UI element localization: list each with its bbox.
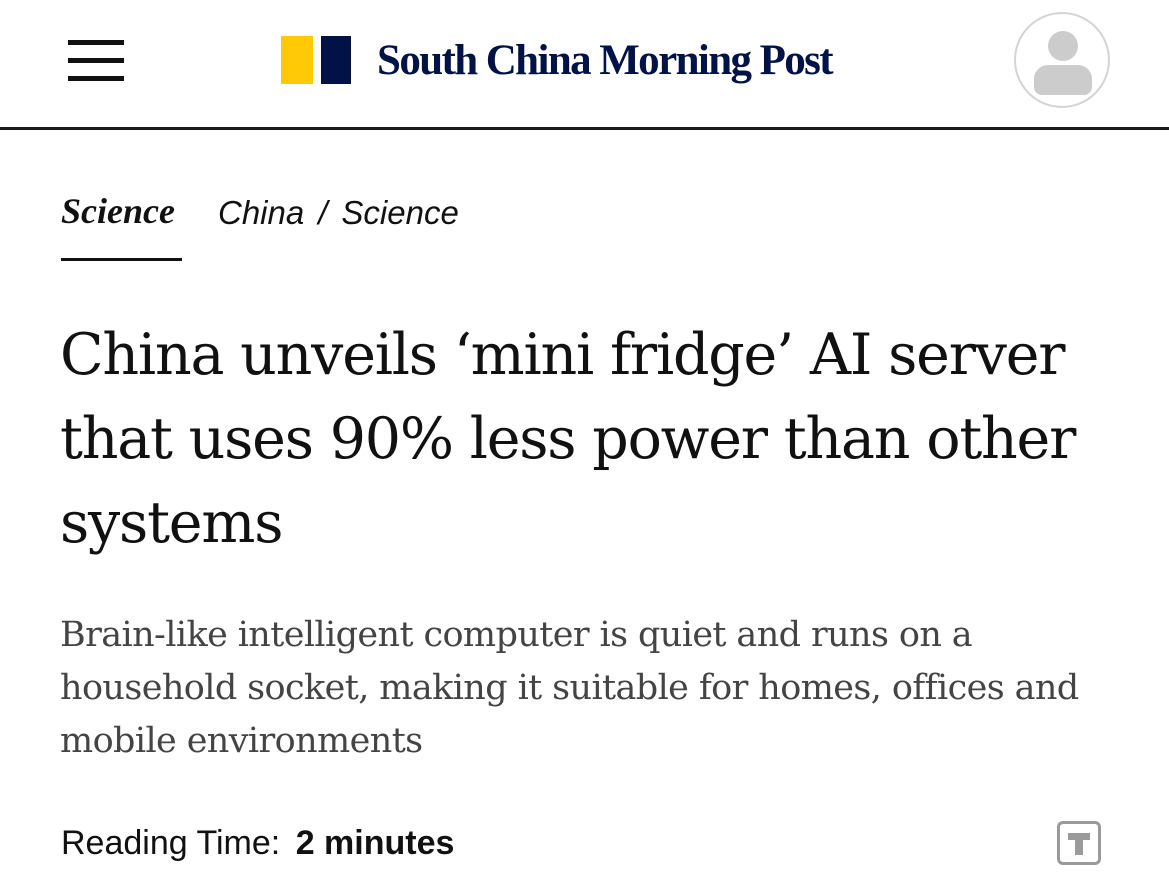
breadcrumb-separator: / — [318, 194, 328, 231]
reading-time-value: 2 minutes — [295, 824, 455, 862]
breadcrumb: China / Science — [218, 193, 459, 233]
breadcrumb-china[interactable]: China — [218, 194, 304, 231]
top-header: South China Morning Post — [0, 0, 1169, 130]
article-subheadline: Brain-like intelligent computer is quiet… — [60, 615, 1079, 761]
logo-mark-icon — [281, 34, 353, 86]
reading-time: Reading Time: 2 minutes — [61, 823, 454, 864]
article-headline: China unveils ‘mini fridge’ AI server th… — [60, 322, 1076, 556]
logo-navy-block — [321, 36, 351, 84]
text-size-glyph-stem — [1075, 839, 1083, 855]
hamburger-line — [68, 58, 124, 63]
hamburger-line — [68, 76, 124, 81]
breadcrumb-science[interactable]: Science — [341, 194, 458, 231]
logo-wordmark: South China Morning Post — [377, 36, 834, 84]
hamburger-line — [68, 40, 124, 45]
user-avatar-icon[interactable] — [1014, 12, 1110, 108]
active-tab-underline — [61, 258, 182, 261]
site-logo[interactable]: South China Morning Post — [281, 34, 834, 86]
avatar-head — [1048, 31, 1078, 61]
avatar-shoulders — [1034, 65, 1092, 95]
hamburger-menu-icon[interactable] — [68, 40, 124, 82]
reading-time-label: Reading Time: — [61, 824, 281, 862]
tab-science[interactable]: Science — [61, 190, 175, 233]
logo-yellow-block — [281, 36, 313, 84]
text-size-icon[interactable] — [1057, 821, 1101, 865]
